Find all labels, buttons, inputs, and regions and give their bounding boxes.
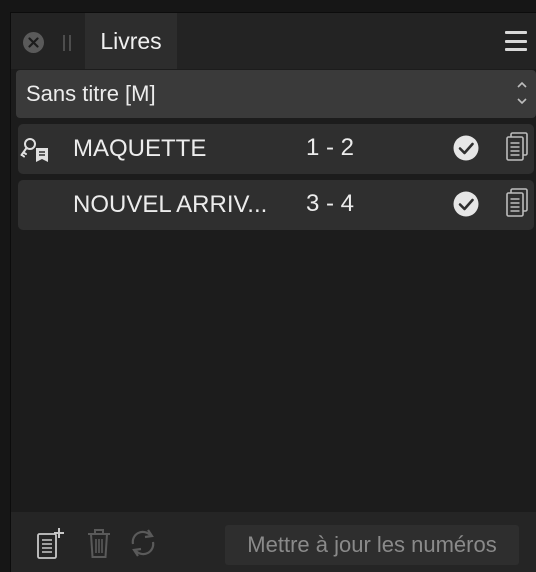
tab-livres-label: Livres — [100, 27, 162, 54]
panel-footer: Mettre à jour les numéros — [11, 512, 536, 572]
sync-icon[interactable] — [127, 526, 159, 560]
check-circle-icon[interactable] — [453, 191, 479, 217]
trash-icon[interactable] — [83, 526, 115, 560]
close-icon — [28, 37, 39, 48]
book-select[interactable]: Sans titre [M] — [16, 70, 536, 118]
document-list: MAQUETTE 1 - 2 NOUVEL ARRIV... 3 - 4 — [18, 124, 534, 236]
document-name: NOUVEL ARRIV... — [73, 191, 268, 218]
panel-tab-bar: Livres — [11, 13, 536, 69]
document-pages-icon[interactable] — [505, 132, 529, 162]
close-panel-button[interactable] — [23, 32, 44, 53]
chevron-up-down-icon — [516, 80, 528, 106]
update-numbers-label: Mettre à jour les numéros — [247, 532, 497, 557]
document-pages-icon[interactable] — [505, 188, 529, 218]
document-row[interactable]: NOUVEL ARRIV... 3 - 4 — [18, 180, 534, 230]
book-select-value: Sans titre [M] — [26, 81, 156, 106]
check-circle-icon[interactable] — [453, 135, 479, 161]
tab-livres[interactable]: Livres — [85, 13, 177, 69]
update-numbers-button[interactable]: Mettre à jour les numéros — [225, 525, 519, 565]
master-key-icon — [20, 138, 48, 162]
document-pages: 1 - 2 — [306, 134, 355, 161]
add-document-icon[interactable] — [35, 526, 67, 560]
books-panel: Livres Sans titre [M] MAQUETTE 1 - 2 NOU… — [10, 12, 536, 572]
document-pages: 3 - 4 — [306, 190, 355, 217]
document-row[interactable]: MAQUETTE 1 - 2 — [18, 124, 534, 174]
panel-drag-handle[interactable] — [63, 35, 71, 51]
document-name: MAQUETTE — [73, 135, 207, 162]
panel-menu-button[interactable] — [505, 30, 527, 52]
menu-icon — [505, 31, 527, 34]
